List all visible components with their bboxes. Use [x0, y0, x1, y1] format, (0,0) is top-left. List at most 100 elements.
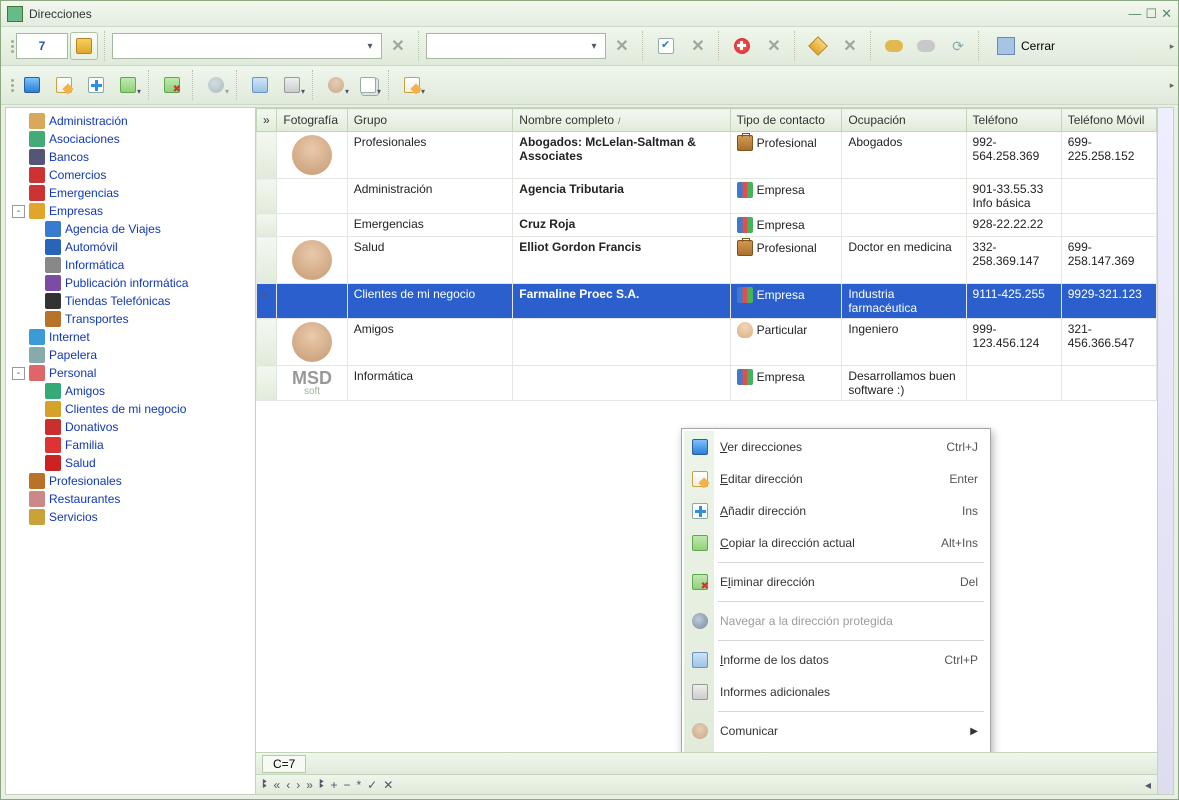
menu-item-copiar-la-direcci-n-actual[interactable]: Copiar la dirección actualAlt+Ins	[684, 527, 988, 559]
filter-combo-2[interactable]: ▾	[426, 33, 606, 59]
refresh-button[interactable]: ⟳	[944, 32, 972, 60]
nav-cancel[interactable]: ✕	[383, 778, 393, 792]
col-nombre[interactable]: Nombre completo/	[513, 109, 730, 132]
row-indicator[interactable]	[257, 214, 277, 237]
diamond-button[interactable]	[804, 32, 832, 60]
menu-item-eliminar-direcci-n[interactable]: Eliminar direcciónDel	[684, 566, 988, 598]
row-indicator[interactable]: ▸	[257, 284, 277, 319]
menu-item-ver-direcciones[interactable]: Ver direccionesCtrl+J	[684, 431, 988, 463]
toolbar-overflow[interactable]: ▸	[1168, 66, 1176, 104]
col-ocup[interactable]: Ocupación	[842, 109, 966, 132]
menu-item-a-adir-direcci-n[interactable]: Añadir direcciónIns	[684, 495, 988, 527]
communicate-button[interactable]: ▾	[322, 71, 350, 99]
menu-item-informe-de-los-datos[interactable]: Informe de los datosCtrl+P	[684, 644, 988, 676]
cloud-1-button[interactable]	[880, 32, 908, 60]
nav-next-page[interactable]: »	[306, 778, 313, 792]
filter-combo-1[interactable]: ▾	[112, 33, 382, 59]
table-row[interactable]: ▸Clientes de mi negocioFarmaline Proec S…	[257, 284, 1157, 319]
clear-filter-2-button[interactable]: ✕	[608, 32, 636, 60]
toolbar-handle[interactable]	[9, 40, 16, 53]
reports-more-button[interactable]: ▾	[278, 71, 306, 99]
nav-add[interactable]: +	[330, 778, 337, 792]
tree-node-donativos[interactable]: Donativos	[8, 418, 253, 436]
toolbar-overflow[interactable]: ▸	[1168, 27, 1176, 65]
table-row[interactable]: ProfesionalesAbogados: McLelan-Saltman &…	[257, 132, 1157, 179]
tree-node-asociaciones[interactable]: Asociaciones	[8, 130, 253, 148]
nav-prev[interactable]: ‹	[286, 778, 290, 792]
col-tipo[interactable]: Tipo de contacto	[730, 109, 842, 132]
tree-node-administraci-n[interactable]: Administración	[8, 112, 253, 130]
add-red-button[interactable]	[728, 32, 756, 60]
tree-node-personal[interactable]: -Personal	[8, 364, 253, 382]
tree-toggle-button[interactable]	[70, 32, 98, 60]
tree-node-servicios[interactable]: Servicios	[8, 508, 253, 526]
col-grupo[interactable]: Grupo	[347, 109, 513, 132]
menu-item-editar-direcci-n[interactable]: Editar direcciónEnter	[684, 463, 988, 495]
col-movil[interactable]: Teléfono Móvil	[1061, 109, 1156, 132]
cloud-2-button[interactable]	[912, 32, 940, 60]
tree-node-profesionales[interactable]: Profesionales	[8, 472, 253, 490]
row-selector-header[interactable]: »	[257, 109, 277, 132]
row-indicator[interactable]	[257, 366, 277, 401]
nav-next[interactable]: ›	[296, 778, 300, 792]
expander-icon[interactable]: -	[12, 367, 25, 380]
row-indicator[interactable]	[257, 237, 277, 284]
menu-item-informes-adicionales[interactable]: Informes adicionales	[684, 676, 988, 708]
write-button[interactable]: ▾	[398, 71, 426, 99]
table-row[interactable]: MSDsoftInformáticaEmpresaDesarrollamos b…	[257, 366, 1157, 401]
nav-last[interactable]: ꔪ	[319, 777, 325, 792]
add-button[interactable]	[82, 71, 110, 99]
clipboard-button[interactable]: ▾	[354, 71, 382, 99]
nav-del[interactable]: −	[343, 778, 350, 792]
clear-3-button[interactable]: ✕	[684, 32, 712, 60]
col-tel[interactable]: Teléfono	[966, 109, 1061, 132]
tree-node-transportes[interactable]: Transportes	[8, 310, 253, 328]
menu-item-copiar-al-portapapeles[interactable]: Copiar al portapapeles▶	[684, 747, 988, 752]
report-button[interactable]	[246, 71, 274, 99]
row-indicator[interactable]	[257, 319, 277, 366]
tree-node-empresas[interactable]: -Empresas	[8, 202, 253, 220]
tree-node-agencia-de-viajes[interactable]: Agencia de Viajes	[8, 220, 253, 238]
tree-node-papelera[interactable]: Papelera	[8, 346, 253, 364]
nav-edit[interactable]: *	[357, 778, 362, 792]
tree-node-comercios[interactable]: Comercios	[8, 166, 253, 184]
tree-node-familia[interactable]: Familia	[8, 436, 253, 454]
tree-node-autom-vil[interactable]: Automóvil	[8, 238, 253, 256]
table-row[interactable]: AmigosParticularIngeniero999-123.456.124…	[257, 319, 1157, 366]
config-button[interactable]	[652, 32, 680, 60]
clear-filter-1-button[interactable]: ✕	[384, 32, 412, 60]
row-indicator[interactable]	[257, 179, 277, 214]
tree-node-amigos[interactable]: Amigos	[8, 382, 253, 400]
clear-4-button[interactable]: ✕	[760, 32, 788, 60]
tree-node-internet[interactable]: Internet	[8, 328, 253, 346]
tree-node-inform-tica[interactable]: Informática	[8, 256, 253, 274]
row-indicator[interactable]	[257, 132, 277, 179]
tree-node-publicaci-n-inform-tica[interactable]: Publicación informática	[8, 274, 253, 292]
nav-prev-page[interactable]: «	[274, 778, 281, 792]
maximize-button[interactable]: ☐	[1145, 6, 1157, 22]
delete-button[interactable]	[158, 71, 186, 99]
tree-node-restaurantes[interactable]: Restaurantes	[8, 490, 253, 508]
table-row[interactable]: SaludElliot Gordon FrancisProfesionalDoc…	[257, 237, 1157, 284]
menu-item-comunicar[interactable]: Comunicar▶	[684, 715, 988, 747]
tree-node-salud[interactable]: Salud	[8, 454, 253, 472]
view-button[interactable]	[18, 71, 46, 99]
expander-icon[interactable]: -	[12, 205, 25, 218]
cerrar-button[interactable]: Cerrar	[986, 32, 1066, 60]
nav-confirm[interactable]: ✓	[367, 778, 377, 792]
table-row[interactable]: AdministraciónAgencia TributariaEmpresa9…	[257, 179, 1157, 214]
edit-button[interactable]	[50, 71, 78, 99]
copy-folder-button[interactable]: ▾	[114, 71, 142, 99]
table-row[interactable]: EmergenciasCruz RojaEmpresa928-22.22.22	[257, 214, 1157, 237]
toolbar-handle[interactable]	[9, 79, 16, 92]
tree-node-tiendas-telef-nicas[interactable]: Tiendas Telefónicas	[8, 292, 253, 310]
vertical-scrollbar[interactable]	[1157, 108, 1173, 794]
tree-node-emergencias[interactable]: Emergencias	[8, 184, 253, 202]
close-window-button[interactable]: ✕	[1161, 6, 1172, 22]
col-foto[interactable]: Fotografía	[277, 109, 347, 132]
clear-5-button[interactable]: ✕	[836, 32, 864, 60]
tree-node-bancos[interactable]: Bancos	[8, 148, 253, 166]
grid-scroll[interactable]: » Fotografía Grupo Nombre completo/ Tipo…	[256, 108, 1157, 752]
record-number-box[interactable]: 7	[16, 33, 68, 59]
nav-hscroll-left[interactable]: ◂	[1145, 778, 1151, 792]
